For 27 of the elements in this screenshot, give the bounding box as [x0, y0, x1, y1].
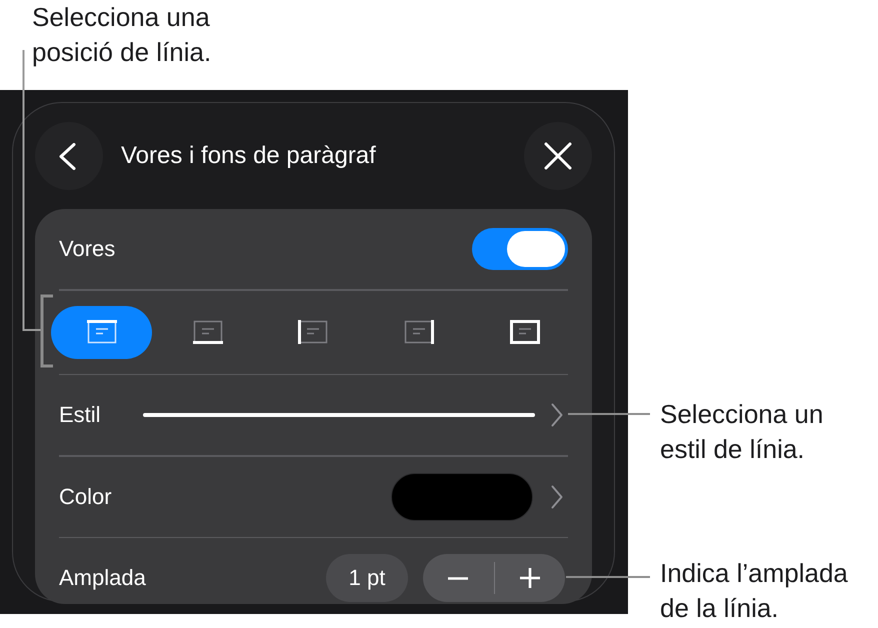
- close-icon: [544, 142, 572, 170]
- setting-label: Amplada: [59, 565, 146, 591]
- bottom-border-icon: [192, 320, 223, 344]
- callout-text: Selecciona un estil de línia.: [660, 398, 824, 466]
- chevron-left-icon: [59, 142, 76, 170]
- setting-label: Estil: [59, 402, 101, 428]
- plus-icon: [520, 568, 540, 588]
- box-border-icon: [510, 320, 540, 344]
- panel-title: Vores i fons de paràgraf: [121, 142, 377, 170]
- toggle-switch[interactable]: [472, 228, 568, 270]
- chevron-right-icon[interactable]: [551, 403, 563, 427]
- border-position-button[interactable]: [510, 320, 540, 344]
- right-border-icon: [404, 320, 434, 344]
- setting-label: Vores: [59, 236, 116, 262]
- border-position-button[interactable]: [51, 306, 152, 358]
- minus-icon: [448, 576, 468, 580]
- border-position-button[interactable]: [404, 320, 434, 344]
- color-swatch[interactable]: [391, 472, 533, 520]
- setting-label: Color: [59, 484, 112, 510]
- chevron-right-icon[interactable]: [551, 484, 563, 508]
- border-position-button[interactable]: [298, 320, 328, 344]
- top-border-icon: [86, 320, 117, 344]
- callout-text: Selecciona una posició de línia.: [32, 1, 212, 69]
- callout-text: Indica l’amplada de la línia.: [660, 557, 849, 625]
- border-position-button[interactable]: [192, 320, 223, 344]
- width-value-field[interactable]: 1 pt: [326, 554, 408, 602]
- left-border-icon: [298, 320, 328, 344]
